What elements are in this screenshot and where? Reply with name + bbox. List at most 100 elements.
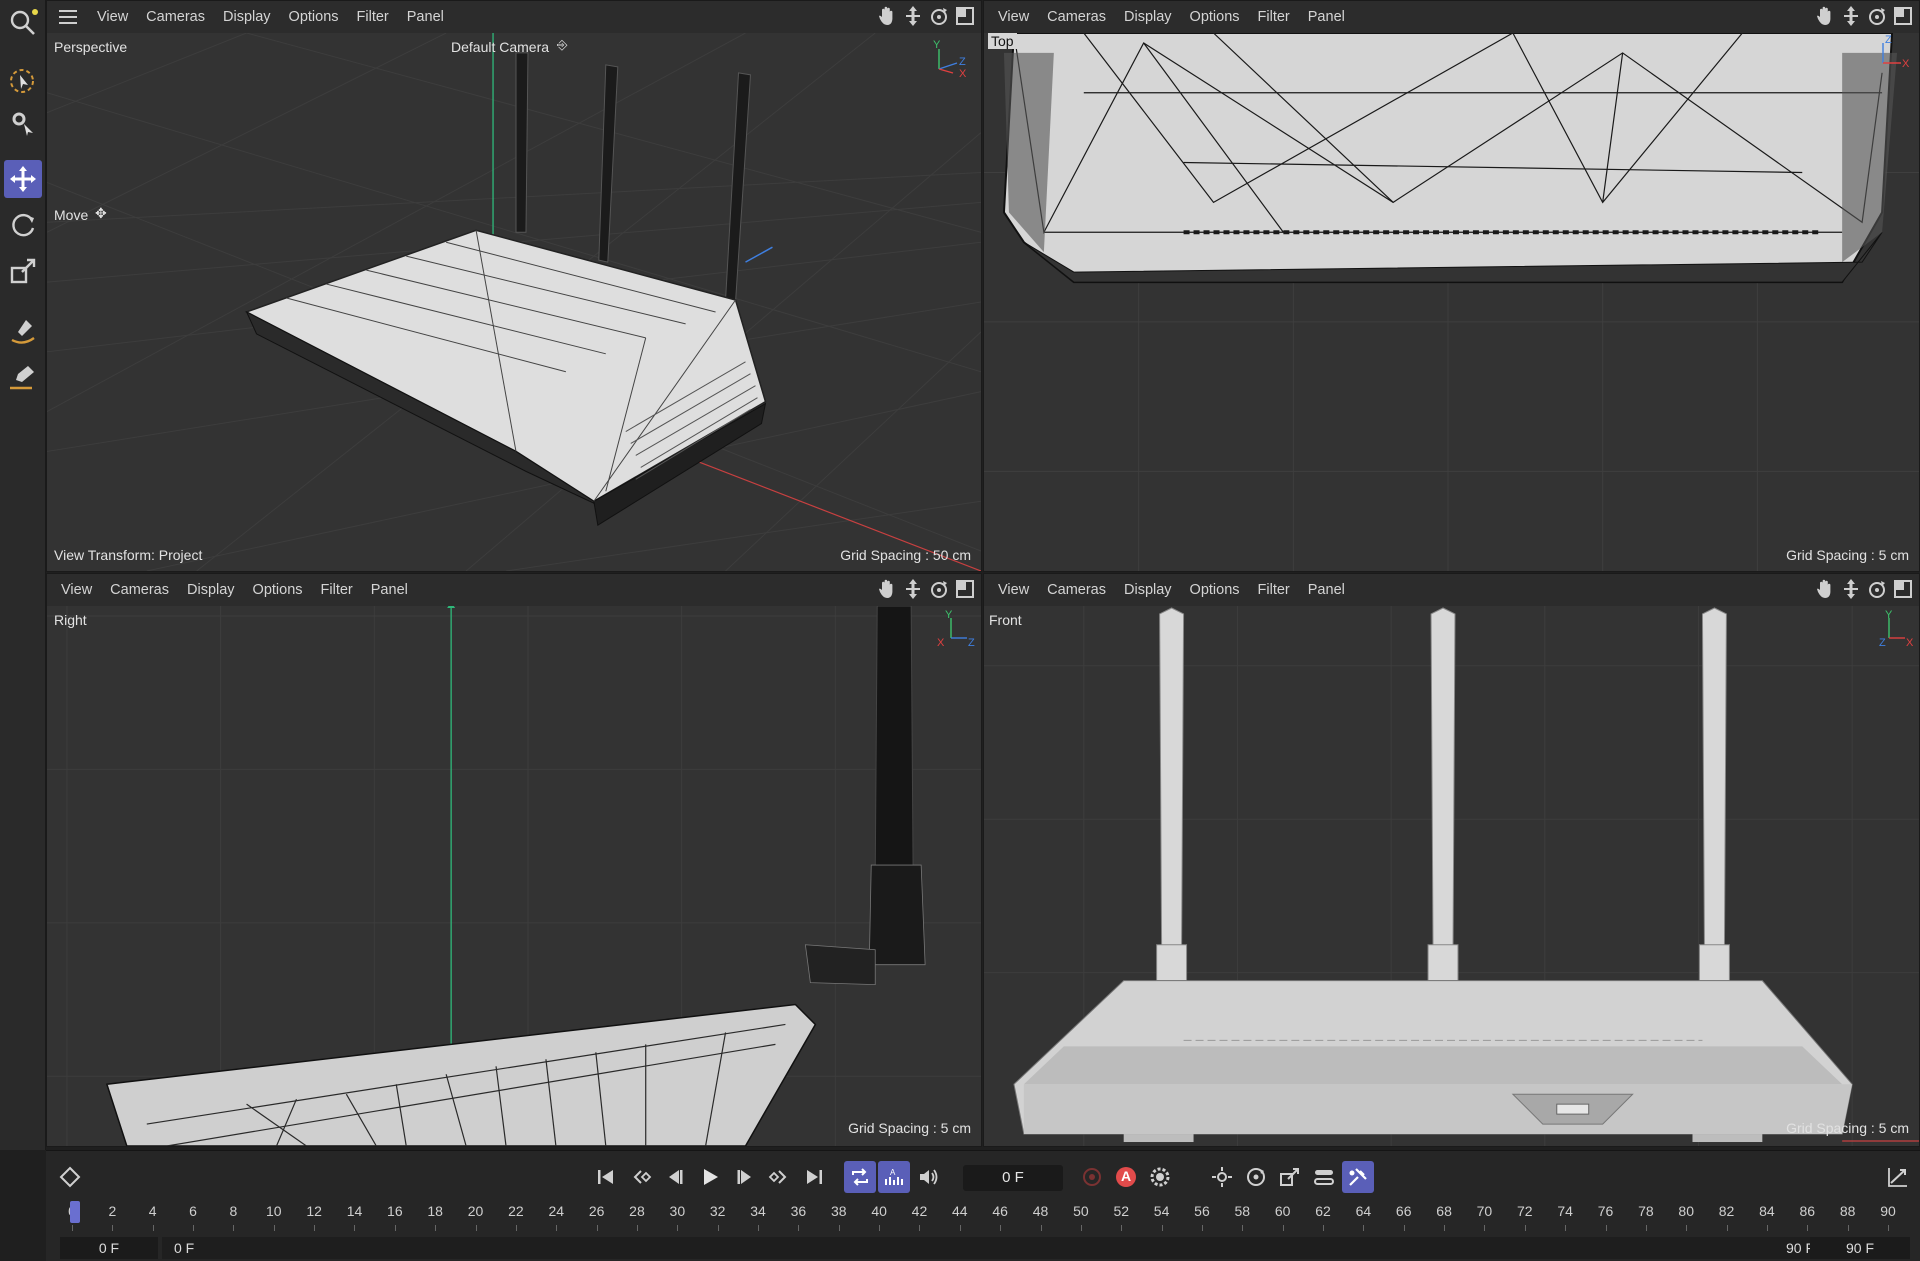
frame-tick-label: 80: [1678, 1203, 1695, 1219]
front-viewport[interactable]: View Cameras Display Options Filter Pane…: [983, 573, 1920, 1147]
key-parameter-icon[interactable]: [1308, 1161, 1340, 1193]
frame-tick-mark: [879, 1225, 881, 1231]
settings-select-icon[interactable]: [4, 104, 42, 142]
right-viewport[interactable]: View Cameras Display Options Filter Pane…: [46, 573, 982, 1147]
orbit-icon[interactable]: [929, 578, 949, 600]
orbit-icon[interactable]: [1867, 5, 1887, 27]
top-canvas[interactable]: Top Grid Spacing : 5 cm Z X: [984, 33, 1919, 571]
next-key-icon[interactable]: [763, 1161, 795, 1193]
menu-filter[interactable]: Filter: [1258, 582, 1290, 598]
loop-icon[interactable]: [844, 1161, 876, 1193]
scale-icon[interactable]: [4, 252, 42, 290]
max-frame-field[interactable]: 90 F: [1810, 1237, 1910, 1259]
menu-cameras[interactable]: Cameras: [110, 582, 169, 598]
dolly-icon[interactable]: [903, 5, 923, 27]
menu-view[interactable]: View: [998, 9, 1029, 25]
menu-view[interactable]: View: [998, 582, 1029, 598]
menu-filter[interactable]: Filter: [357, 9, 389, 25]
playhead[interactable]: [70, 1201, 80, 1223]
maximize-view-icon[interactable]: [1893, 5, 1913, 27]
frame-tick-label: 84: [1759, 1203, 1775, 1219]
frame-tick-label: 88: [1839, 1203, 1856, 1219]
menu-panel[interactable]: Panel: [1308, 9, 1345, 25]
frame-tick-label: 20: [467, 1203, 484, 1219]
autokey-label: A: [1120, 1168, 1132, 1184]
playback-rate-icon[interactable]: A: [878, 1161, 910, 1193]
play-icon[interactable]: [694, 1161, 726, 1193]
frame-tick-label: 64: [1355, 1203, 1372, 1219]
menu-options[interactable]: Options: [1190, 582, 1240, 598]
go-to-start-icon[interactable]: [590, 1161, 622, 1193]
menu-cameras[interactable]: Cameras: [1047, 582, 1106, 598]
camera-icon[interactable]: ⎆: [557, 37, 567, 53]
pan-hand-icon[interactable]: [1815, 5, 1835, 27]
maximize-view-icon[interactable]: [955, 5, 975, 27]
autokey-button[interactable]: A: [1110, 1161, 1142, 1193]
maximize-view-icon[interactable]: [955, 578, 975, 600]
frame-tick-label: 70: [1476, 1203, 1493, 1219]
min-frame-field[interactable]: 0 F: [60, 1237, 158, 1259]
menu-cameras[interactable]: Cameras: [146, 9, 205, 25]
key-rotation-icon[interactable]: [1240, 1161, 1272, 1193]
frame-tick-mark: [1282, 1225, 1284, 1231]
menu-cameras[interactable]: Cameras: [1047, 9, 1106, 25]
axis-y-label: Y: [933, 39, 941, 51]
dolly-icon[interactable]: [903, 578, 923, 600]
menu-view[interactable]: View: [97, 9, 128, 25]
menu-display[interactable]: Display: [1124, 582, 1172, 598]
menu-view[interactable]: View: [61, 582, 92, 598]
hamburger-icon[interactable]: [59, 10, 77, 24]
viewport-name: Right: [54, 612, 87, 628]
orbit-icon[interactable]: [1867, 578, 1887, 600]
pan-hand-icon[interactable]: [1815, 578, 1835, 600]
menu-display[interactable]: Display: [1124, 9, 1172, 25]
pan-hand-icon[interactable]: [877, 578, 897, 600]
dolly-icon[interactable]: [1841, 578, 1861, 600]
menu-panel[interactable]: Panel: [407, 9, 444, 25]
rotate-icon[interactable]: [4, 206, 42, 244]
menu-options[interactable]: Options: [253, 582, 303, 598]
right-canvas[interactable]: Right Grid Spacing : 5 cm Y X Z: [47, 606, 981, 1146]
record-disabled-icon[interactable]: [1076, 1161, 1108, 1193]
frame-tick-label: 78: [1638, 1203, 1654, 1219]
key-settings-gear-icon[interactable]: [1144, 1161, 1176, 1193]
go-to-end-icon[interactable]: [798, 1161, 830, 1193]
pen-icon[interactable]: [4, 358, 42, 396]
top-viewport[interactable]: View Cameras Display Options Filter Pane…: [983, 0, 1920, 572]
menu-panel[interactable]: Panel: [1308, 582, 1345, 598]
menu-filter[interactable]: Filter: [321, 582, 353, 598]
key-pla-icon[interactable]: [1342, 1161, 1374, 1193]
menu-filter[interactable]: Filter: [1258, 9, 1290, 25]
menu-options[interactable]: Options: [1190, 9, 1240, 25]
perspective-canvas[interactable]: Perspective Default Camera ⎆ Move ✥ View…: [47, 33, 981, 571]
frame-tick-mark: [798, 1225, 800, 1231]
orbit-icon[interactable]: [929, 5, 949, 27]
perspective-viewport[interactable]: View Cameras Display Options Filter Pane…: [46, 0, 982, 572]
menu-options[interactable]: Options: [289, 9, 339, 25]
preview-range-slider[interactable]: 0 F 90 F: [162, 1237, 1832, 1259]
maximize-view-icon[interactable]: [1893, 578, 1913, 600]
menu-display[interactable]: Display: [223, 9, 271, 25]
next-frame-icon[interactable]: [729, 1161, 761, 1193]
search-icon[interactable]: [4, 4, 42, 42]
current-frame-field[interactable]: 0 F: [963, 1165, 1063, 1191]
front-canvas[interactable]: Front Grid Spacing : 5 cm Y Z X: [984, 606, 1919, 1146]
frame-ruler[interactable]: 0246810121416182022242628303234363840424…: [60, 1203, 1912, 1231]
paint-icon[interactable]: [4, 312, 42, 350]
pan-hand-icon[interactable]: [877, 5, 897, 27]
key-position-icon[interactable]: [1206, 1161, 1238, 1193]
live-selection-icon[interactable]: [4, 62, 42, 100]
fcurve-graph-icon[interactable]: [1882, 1161, 1914, 1193]
menu-display[interactable]: Display: [187, 582, 235, 598]
dolly-icon[interactable]: [1841, 5, 1861, 27]
frame-tick-mark: [919, 1225, 921, 1231]
sound-icon[interactable]: [912, 1161, 944, 1193]
menu-panel[interactable]: Panel: [371, 582, 408, 598]
key-scale-icon[interactable]: [1274, 1161, 1306, 1193]
camera-name[interactable]: Default Camera: [451, 39, 549, 55]
move-icon[interactable]: [4, 160, 42, 198]
keyframe-diamond-icon[interactable]: [54, 1161, 86, 1193]
prev-key-icon[interactable]: [625, 1161, 657, 1193]
axis-z-label: Z: [1879, 637, 1886, 648]
prev-frame-icon[interactable]: [659, 1161, 691, 1193]
